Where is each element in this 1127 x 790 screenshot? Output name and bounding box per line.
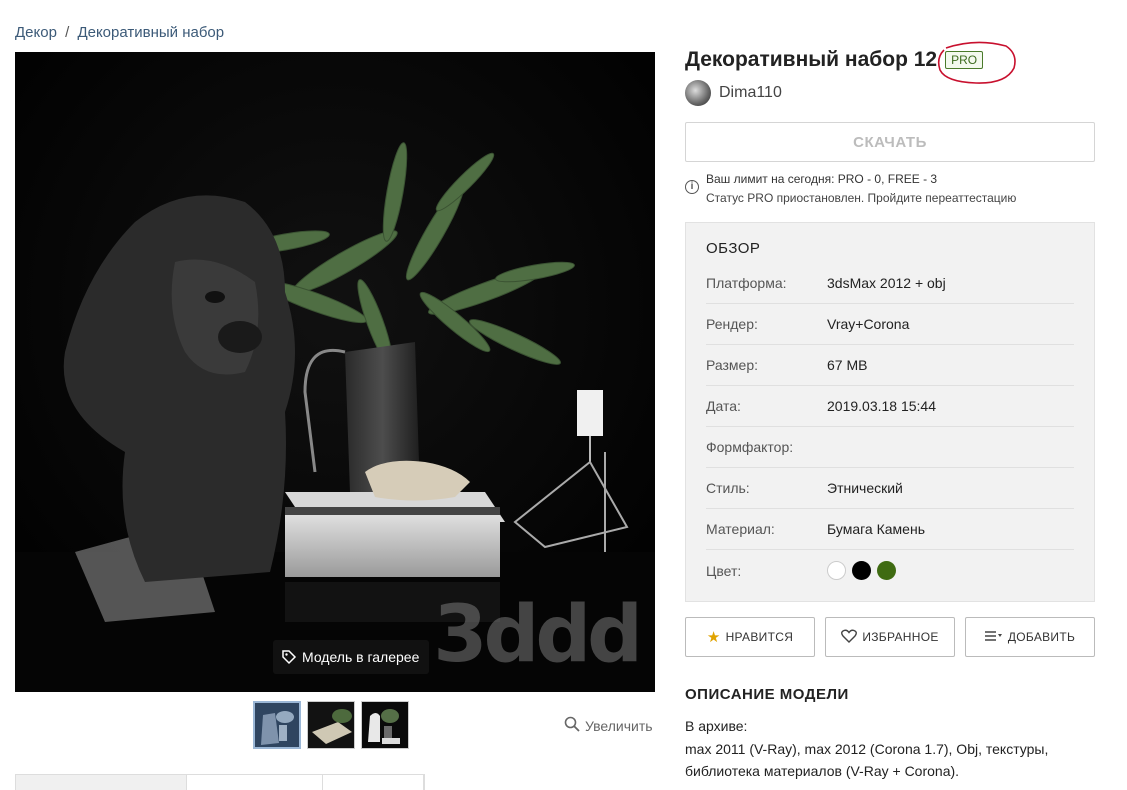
color-swatches (827, 561, 902, 580)
gallery-badge-label: Модель в галерее (302, 649, 420, 665)
add-to-collection-button[interactable]: ДОБАВИТЬ (965, 617, 1095, 657)
list-add-icon (984, 630, 1003, 645)
main-product-image[interactable]: Модель в галерее 3ddd (15, 52, 655, 692)
spec-label: Цвет: (706, 562, 742, 579)
spec-label: Размер: (706, 357, 759, 373)
spec-value[interactable]: Этнический (827, 480, 903, 496)
breadcrumb-link-current[interactable]: Декоративный набор (77, 24, 224, 41)
spec-row-date: Дата: 2019.03.18 15:44 (706, 386, 1074, 427)
color-swatch-white[interactable] (827, 561, 846, 580)
overview-heading: ОБЗОР (706, 240, 761, 257)
breadcrumb-link-decor[interactable]: Декор (15, 24, 57, 41)
spec-label: Материал: (706, 521, 775, 537)
description-heading: ОПИСАНИЕ МОДЕЛИ (685, 686, 849, 703)
spec-value: 67 MB (827, 357, 868, 373)
spec-row-formfactor: Формфактор: (706, 427, 1074, 468)
info-icon: i (685, 180, 699, 194)
spec-value: Vray+Corona (827, 316, 910, 332)
breadcrumb: Декор / Декоративный набор (15, 24, 224, 41)
color-swatch-black[interactable] (852, 561, 871, 580)
description-line-3: библиотека материалов (V-Ray + Corona). (685, 763, 960, 779)
download-button[interactable]: СКАЧАТЬ (685, 122, 1095, 162)
author[interactable]: Dima110 (685, 80, 782, 106)
spec-value[interactable]: Бумага Камень (827, 521, 925, 537)
download-limit-info: i Ваш лимит на сегодня: PRO - 0, FREE - … (685, 170, 1016, 208)
limit-text: Ваш лимит на сегодня: PRO - 0, FREE - 3 (706, 172, 938, 186)
favorite-button[interactable]: ИЗБРАННОЕ (825, 617, 955, 657)
spec-label: Формфактор: (706, 439, 794, 455)
spec-row-render: Рендер: Vray+Corona (706, 304, 1074, 345)
overview-panel: ОБЗОР Платформа: 3dsMax 2012 + obj Ренде… (685, 222, 1095, 602)
description-line-1: В архиве: (685, 718, 748, 734)
tab-2[interactable] (187, 775, 323, 790)
spec-label: Рендер: (706, 316, 758, 332)
description-line-2: max 2011 (V-Ray), max 2012 (Corona 1.7),… (685, 740, 1049, 757)
magnifier-icon (564, 716, 580, 735)
description-text: В архиве: max 2011 (V-Ray), max 2012 (Co… (685, 715, 1105, 783)
heart-icon (841, 629, 858, 646)
star-icon: ★ (706, 629, 721, 646)
watermark-logo: 3ddd (433, 590, 643, 680)
product-title-text: Декоративный набор 12 (685, 48, 938, 71)
spec-value: 2019.03.18 15:44 (827, 398, 936, 414)
spec-row-color: Цвет: (706, 550, 1074, 591)
tab-1[interactable] (16, 775, 187, 790)
spec-row-style: Стиль: Этнический (706, 468, 1074, 509)
thumbnail-strip (253, 701, 409, 749)
thumbnail-1[interactable] (253, 701, 301, 749)
like-button[interactable]: ★ НРАВИТСЯ (685, 617, 815, 657)
spec-label: Платформа: (706, 275, 787, 291)
favorite-label: ИЗБРАННОЕ (862, 630, 939, 644)
bottom-tabs (15, 774, 425, 790)
author-name[interactable]: Dima110 (719, 84, 782, 102)
annotation-circle (937, 41, 1016, 84)
tab-3[interactable] (323, 775, 424, 790)
add-label: ДОБАВИТЬ (1007, 630, 1076, 644)
status-text: Статус PRO приостановлен. Пройдите переа… (706, 191, 1017, 205)
color-swatch-green[interactable] (877, 561, 896, 580)
spec-row-material: Материал: Бумага Камень (706, 509, 1074, 550)
gallery-badge[interactable]: Модель в галерее (273, 640, 430, 674)
action-buttons: ★ НРАВИТСЯ ИЗБРАННОЕ ДОБАВИТЬ (685, 617, 1095, 657)
spec-row-platform: Платформа: 3dsMax 2012 + obj (706, 263, 1074, 304)
avatar[interactable] (685, 80, 711, 106)
thumbnail-3[interactable] (361, 701, 409, 749)
zoom-button[interactable]: Увеличить (564, 716, 653, 735)
spec-label: Стиль: (706, 480, 750, 496)
zoom-label: Увеличить (585, 717, 653, 734)
spec-row-size: Размер: 67 MB (706, 345, 1074, 386)
thumbnail-2[interactable] (307, 701, 355, 749)
like-label: НРАВИТСЯ (725, 630, 794, 644)
breadcrumb-separator: / (65, 24, 70, 41)
spec-value: 3dsMax 2012 + obj (827, 275, 946, 291)
spec-label: Дата: (706, 398, 741, 414)
tag-icon (281, 649, 297, 665)
